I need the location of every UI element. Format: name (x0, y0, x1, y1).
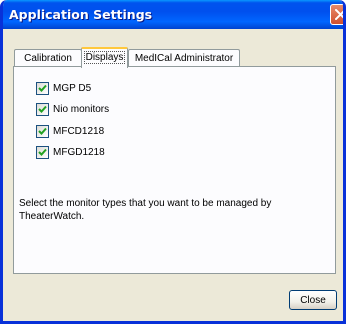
tab-displays-label: Displays (83, 51, 126, 64)
checkmark-icon (38, 84, 47, 92)
window-close-button[interactable] (330, 4, 343, 25)
description-text: Select the monitor types that you want t… (19, 198, 272, 222)
checkbox-mfgd1218[interactable] (36, 146, 49, 159)
close-button-label: Close (300, 294, 326, 306)
checkbox-label: MFGD1218 (53, 147, 105, 158)
window-title: Application Settings (9, 7, 153, 22)
checkbox-label: MFCD1218 (53, 126, 105, 137)
option-row[interactable]: MFGD1218 (36, 146, 105, 159)
close-icon (335, 9, 343, 20)
tab-medical-administrator-label: MedICal Administrator (134, 53, 234, 64)
tab-displays[interactable]: Displays (81, 47, 128, 68)
tab-calibration-label: Calibration (24, 53, 72, 64)
option-row[interactable]: MFCD1218 (36, 125, 104, 138)
close-button[interactable]: Close (289, 290, 337, 310)
checkmark-icon (38, 105, 47, 113)
tab-medical-administrator[interactable]: MedICal Administrator (128, 49, 240, 66)
checkmark-icon (38, 127, 47, 135)
option-row[interactable]: Nio monitors (36, 103, 109, 116)
checkbox-label: Nio monitors (53, 104, 110, 115)
tab-calibration[interactable]: Calibration (14, 49, 82, 66)
checkbox-nio-monitors[interactable] (36, 103, 49, 116)
checkbox-mfcd1218[interactable] (36, 125, 49, 138)
checkbox-label: MGP D5 (53, 83, 92, 94)
displays-panel: MGP D5 Nio monitors MFCD1218 MFGD1218 (13, 66, 336, 274)
checkmark-icon (38, 148, 47, 156)
checkbox-mgp-d5[interactable] (36, 82, 49, 95)
title-bar[interactable]: Application Settings (3, 0, 343, 29)
option-row[interactable]: MGP D5 (36, 82, 91, 95)
